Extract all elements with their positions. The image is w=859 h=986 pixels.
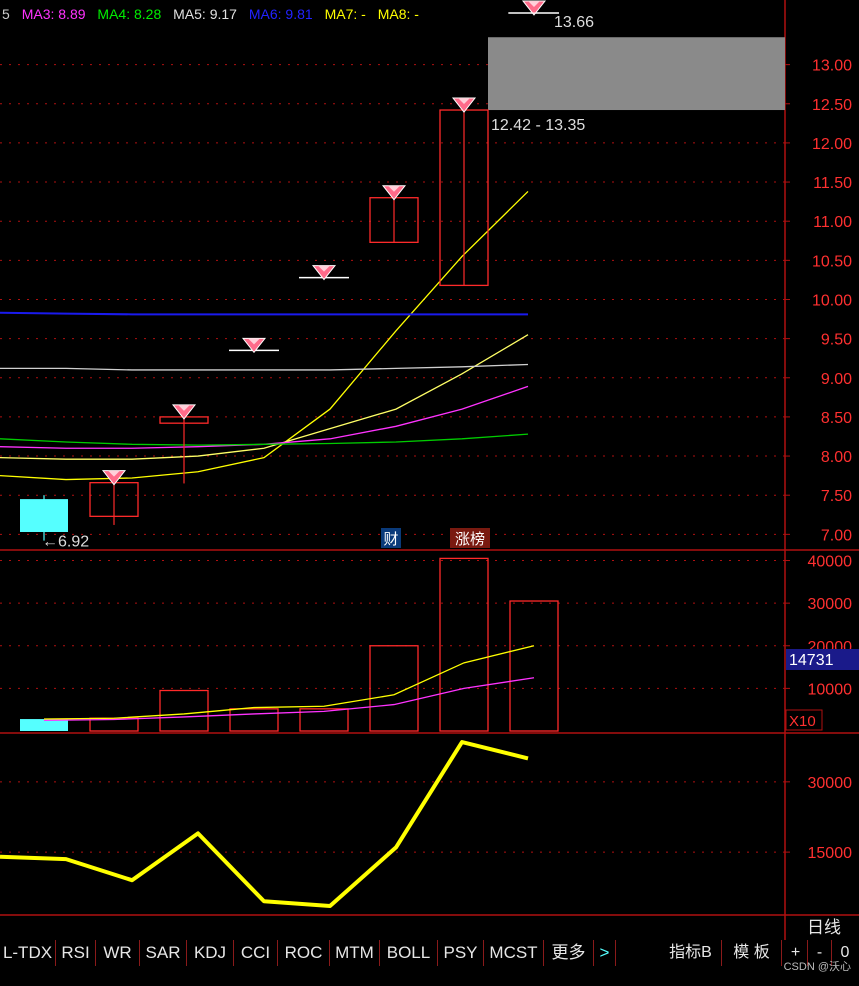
volume-bar [509, 600, 559, 732]
volume-bar [369, 645, 419, 732]
ma-line-ma4 [0, 433, 529, 446]
price-tick-label: 8.00 [821, 449, 852, 466]
ma-line-ma5 [0, 363, 529, 371]
price-tick-label: 9.50 [821, 332, 852, 349]
indicator-tab-bar: L-TDX RSI WR SAR KDJ CCI ROC MTM BOLL PS… [0, 940, 859, 968]
legend-ma8-value: - [414, 6, 419, 22]
legend-item-ma7: MA7: - [324, 6, 366, 22]
stock-chart[interactable]: 7.00 7.50 8.00 8.50 9.00 9.50 10.00 10.50 11.00 1… [0, 0, 859, 981]
legend-left-fragment: 5 [2, 6, 10, 22]
legend-ma8-name: MA8 [377, 6, 407, 22]
volume-tick-label: 10000 [808, 681, 853, 698]
tab-kdj[interactable]: KDJ [187, 940, 234, 966]
legend-ma3-value: 8.89 [58, 6, 86, 22]
volume-ma-line [43, 677, 535, 721]
legend-ma6-value: 9.81 [285, 6, 313, 22]
price-tick-label: 12.00 [812, 136, 852, 153]
legend-ma3-name: MA3 [21, 6, 51, 22]
ma-line-ma-yellow-mid [0, 334, 529, 460]
volume-ma-line [43, 645, 535, 720]
legend-ma6-name: MA6 [248, 6, 278, 22]
indicator-line [0, 740, 529, 908]
price-tick-label: 10.00 [812, 292, 852, 309]
legend-ma7-name: MA7 [324, 6, 354, 22]
legend-ma5-value: 9.17 [209, 6, 237, 22]
price-tick-label: 10.50 [812, 253, 852, 270]
tab-more[interactable]: 更多 [544, 940, 594, 966]
price-tick-label: 11.50 [813, 175, 852, 192]
volume-tick-label: 30000 [808, 596, 853, 613]
indicator-tick-label: 15000 [808, 845, 853, 862]
legend-item-ma6: MA6: 9.81 [248, 6, 313, 22]
legend-ma4-name: MA4 [97, 6, 127, 22]
price-tick-label: 7.50 [821, 488, 852, 505]
tab-cci[interactable]: CCI [234, 940, 278, 966]
tab-template[interactable]: 模 板 [722, 940, 782, 966]
volume-bar [439, 557, 489, 732]
price-tick-label: 7.00 [821, 527, 852, 544]
price-tick-label: 12.50 [812, 97, 852, 114]
tab-boll[interactable]: BOLL [380, 940, 438, 966]
tab-l-tdx[interactable]: L-TDX [0, 940, 56, 966]
ma-legend: 5 MA3: 8.89 MA4: 8.28 MA5: 9.17 MA6: 9.8… [2, 6, 427, 22]
legend-item-ma8: MA8: - [377, 6, 419, 22]
current-volume-value: 14731 [789, 652, 834, 669]
legend-ma7-value: - [361, 6, 366, 22]
finance-badge: 财 [383, 531, 398, 548]
legend-item-ma4: MA4: 8.28 [97, 6, 162, 22]
tab-roc[interactable]: ROC [278, 940, 330, 966]
range-label: 12.42 - 13.35 [491, 117, 585, 134]
tab-mtm[interactable]: MTM [330, 940, 380, 966]
limitup-badge: 涨榜 [455, 531, 485, 548]
tab-rsi[interactable]: RSI [56, 940, 96, 966]
price-tick-label: 8.50 [821, 410, 852, 427]
period-daily-button[interactable]: 日线 [789, 916, 859, 940]
volume-multiplier: X10 [789, 713, 816, 730]
low-price-label: ←6.92 [42, 534, 89, 551]
chart-canvas: 7.00 7.50 8.00 8.50 9.00 9.50 10.00 10.50 11.00 1… [0, 0, 859, 940]
legend-ma4-value: 8.28 [133, 6, 162, 22]
target-range-box [488, 37, 785, 111]
price-tick-label: 13.00 [812, 58, 852, 75]
candle-body [20, 499, 68, 532]
volume-tick-label: 40000 [808, 554, 853, 571]
ma-line-ma6 [0, 311, 528, 316]
volume-bar [229, 708, 279, 732]
tab-next-arrow[interactable]: > [594, 940, 616, 966]
volume-bar [20, 719, 68, 731]
legend-item-ma3: MA3: 8.89 [21, 6, 86, 22]
watermark: CSDN @沃心 [783, 961, 851, 973]
volume-bar [159, 689, 209, 732]
legend-ma5-name: MA5 [173, 6, 202, 22]
price-tick-label: 9.00 [821, 371, 852, 388]
tab-mcst[interactable]: MCST [484, 940, 544, 966]
legend-item-ma5: MA5: 9.17 [173, 6, 237, 22]
tab-sar[interactable]: SAR [140, 940, 187, 966]
tab-psy[interactable]: PSY [438, 940, 484, 966]
high-price-label: 13.66 [554, 14, 594, 31]
price-tick-label: 11.00 [813, 214, 852, 231]
ma-line-ma-yellow-fast [0, 190, 529, 481]
tab-wr[interactable]: WR [96, 940, 140, 966]
indicator-tick-label: 30000 [808, 775, 853, 792]
tab-indicator-b[interactable]: 指标B [660, 940, 722, 966]
